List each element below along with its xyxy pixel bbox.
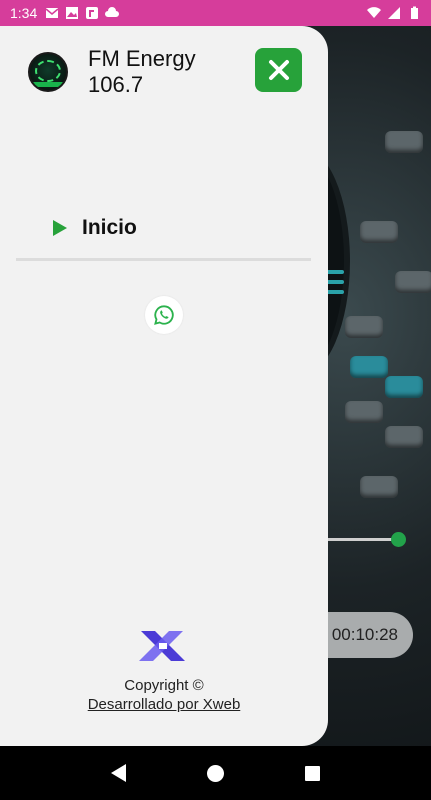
volume-slider-track[interactable] (322, 538, 398, 541)
navigation-bar (0, 746, 431, 800)
navigation-drawer: FM Energy 106.7 Inicio Copyright © Desar… (0, 26, 328, 746)
station-name: FM Energy 106.7 (88, 46, 196, 98)
gallery-icon (66, 7, 79, 19)
volume-slider-thumb[interactable] (391, 532, 406, 547)
whatsapp-button[interactable] (145, 296, 183, 334)
timer-text: 00:10:28 (331, 625, 398, 644)
mixer-knob (345, 316, 383, 338)
station-name-line1: FM Energy (88, 46, 196, 71)
station-name-line2: 106.7 (88, 72, 144, 97)
mixer-knob (395, 271, 431, 293)
mixer-knob (360, 221, 398, 243)
station-logo (28, 52, 68, 92)
xweb-logo (139, 631, 185, 661)
home-icon[interactable] (206, 764, 224, 782)
wifi-icon (367, 7, 381, 18)
close-drawer-button[interactable] (255, 48, 302, 92)
mixer-knob (385, 131, 423, 153)
recents-icon[interactable] (305, 765, 321, 781)
drawer-header: FM Energy 106.7 (0, 26, 328, 106)
menu-item-label: Inicio (82, 216, 137, 239)
logo-ring (35, 60, 61, 82)
close-icon (268, 60, 289, 80)
signal-icon (388, 7, 400, 19)
back-icon[interactable] (110, 764, 126, 782)
battery-icon (411, 6, 418, 19)
cloud-icon (105, 7, 120, 17)
play-icon (53, 220, 67, 236)
divider (16, 258, 311, 261)
status-time: 1:34 (10, 5, 38, 21)
menu-item-inicio[interactable]: Inicio (52, 216, 137, 240)
mixer-knob (345, 401, 383, 423)
logo-band (32, 82, 64, 87)
notification-icons (45, 6, 120, 20)
mixer-knob (350, 356, 388, 378)
mixer-knob (360, 476, 398, 498)
mixer-knob (385, 376, 423, 398)
developer-link[interactable]: Desarrollado por Xweb (0, 696, 328, 713)
copyright-text: Copyright © (124, 677, 204, 694)
mixer-knob (385, 426, 423, 448)
mail-icon (45, 8, 59, 18)
system-icons (367, 6, 421, 20)
status-bar: 1:34 (0, 0, 431, 26)
whatsapp-icon (154, 305, 174, 325)
app-icon (86, 7, 99, 19)
